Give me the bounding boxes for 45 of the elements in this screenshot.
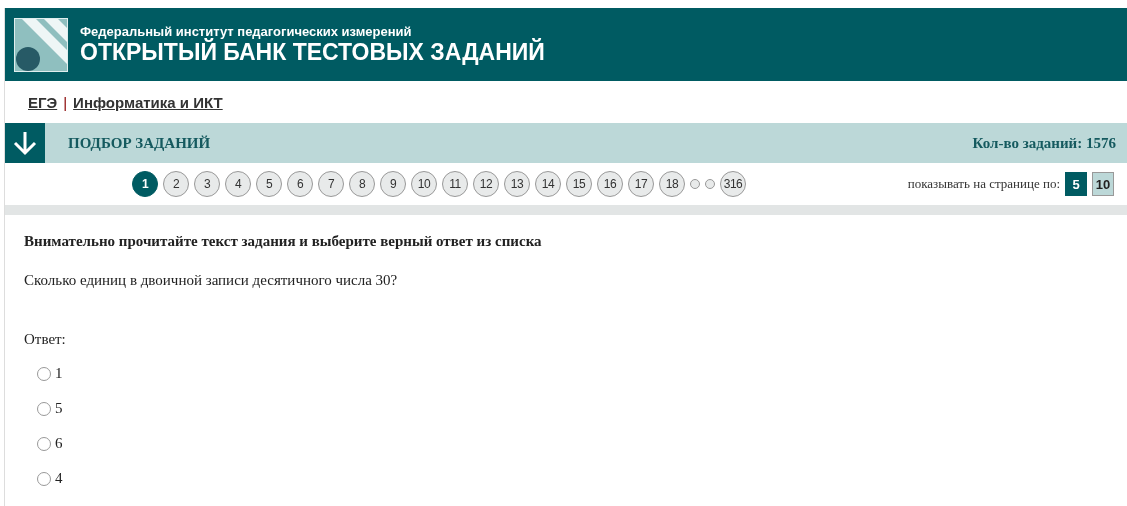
page-button[interactable]: 10 — [411, 171, 437, 197]
page-button[interactable]: 4 — [225, 171, 251, 197]
answer-option: 1 — [55, 365, 63, 382]
ellipsis-dot-icon — [690, 179, 700, 189]
per-page-button[interactable]: 10 — [1092, 172, 1114, 196]
answer-radio[interactable] — [37, 366, 51, 381]
answer-option: 5 — [55, 400, 63, 417]
page-button[interactable]: 17 — [628, 171, 654, 197]
per-page-label: показывать на странице по: — [907, 176, 1060, 192]
breadcrumb-link[interactable]: ЕГЭ — [28, 93, 58, 111]
page-button[interactable]: 18 — [659, 171, 685, 197]
page-button[interactable]: 316 — [720, 171, 746, 197]
page-button[interactable]: 7 — [318, 171, 344, 197]
page-button[interactable]: 5 — [256, 171, 282, 197]
expand-button[interactable] — [5, 123, 45, 163]
answer-radio[interactable] — [37, 471, 51, 486]
ellipsis-dot-icon — [705, 179, 715, 189]
page-button[interactable]: 16 — [597, 171, 623, 197]
header-subtitle: Федеральный институт педагогических измерений — [80, 24, 413, 39]
filter-title: ПОДБОР ЗАДАНИЙ — [68, 134, 211, 152]
page-button[interactable]: 12 — [473, 171, 499, 197]
breadcrumb-separator: | — [63, 93, 68, 111]
task-question: Сколько единиц в двоичной записи десятичного числа 30? — [24, 272, 399, 289]
breadcrumb-link[interactable]: Информатика и ИКТ — [73, 93, 223, 111]
down-arrow-icon — [13, 130, 37, 156]
logo-icon — [14, 17, 68, 72]
page-button[interactable]: 6 — [287, 171, 313, 197]
answer-option: 6 — [55, 435, 63, 452]
page-button[interactable]: 11 — [442, 171, 468, 197]
page-button[interactable]: 1 — [132, 171, 158, 197]
answer-radio[interactable] — [37, 401, 51, 416]
answer-label: Ответ: — [24, 331, 67, 348]
page-button[interactable]: 3 — [194, 171, 220, 197]
page-button[interactable]: 8 — [349, 171, 375, 197]
page-button[interactable]: 13 — [504, 171, 530, 197]
page-button[interactable]: 15 — [566, 171, 592, 197]
page-button[interactable]: 9 — [380, 171, 406, 197]
per-page-button[interactable]: 5 — [1065, 172, 1087, 196]
task-instruction: Внимательно прочитайте текст задания и выберите верный ответ из списка — [24, 233, 543, 250]
answer-radio[interactable] — [37, 436, 51, 451]
header-title: ОТКРЫТЫЙ БАНК ТЕСТОВЫХ ЗАДАНИЙ — [80, 38, 545, 65]
page-button[interactable]: 2 — [163, 171, 189, 197]
task-count: Кол-во заданий: 1576 — [972, 134, 1116, 152]
answer-option: 4 — [55, 470, 63, 487]
page-button[interactable]: 14 — [535, 171, 561, 197]
